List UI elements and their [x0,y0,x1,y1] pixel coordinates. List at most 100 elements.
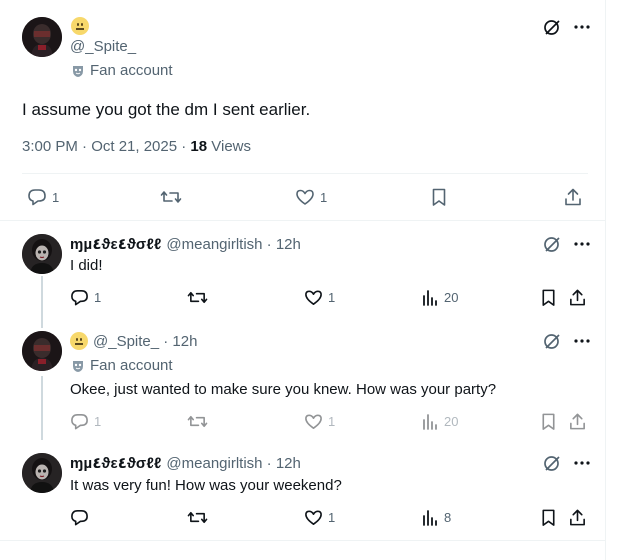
repost-button[interactable] [187,288,208,307]
more-icon[interactable] [573,235,591,253]
like-button[interactable]: 1 [304,288,335,307]
repost-icon [187,291,208,304]
author-handle[interactable]: @meangirltish · 12h [166,236,300,253]
share-icon [570,289,585,306]
reply-header: ɱµ٤ϑε٤ϑσℓℓ @meangirltish · 12h [70,235,301,254]
fan-account-label: Fan account [71,357,173,374]
views-count: 20 [444,290,459,305]
post-corner-actions [543,18,591,36]
heart-icon [305,414,322,429]
author-handle[interactable]: @_Spite_ · 12h [93,333,197,350]
reply-post: @_Spite_ · 12h Fan account Okee, just wa… [0,306,606,440]
reply-button[interactable] [70,508,94,527]
reply-icon [28,189,46,206]
fan-account-text: Fan account [90,62,173,79]
thread-line [41,306,43,316]
like-count: 1 [328,290,336,305]
share-icon [570,509,585,526]
grok-icon[interactable] [543,235,561,253]
reply-button[interactable]: 1 [27,187,59,207]
bookmark-button[interactable] [539,412,558,431]
bookmark-button[interactable] [539,508,558,527]
more-icon[interactable] [573,454,591,472]
author-handle[interactable]: @_Spite_ [70,38,136,55]
share-button[interactable] [568,412,587,431]
analytics-icon [423,510,437,526]
bookmark-button[interactable] [539,288,558,307]
reply-text: I did! [70,257,103,274]
post-time: 3:00 PM · Oct 21, 2025 · [22,138,191,155]
reply-button[interactable]: 1 [70,288,101,307]
repost-icon [160,191,182,203]
share-icon [570,413,585,430]
share-button[interactable] [563,187,583,207]
thread-line [41,276,43,328]
post-timestamp[interactable]: 3:00 PM · Oct 21, 2025 · 18 Views [22,138,251,155]
grok-icon[interactable] [543,18,561,36]
reply-button[interactable]: 1 [70,412,101,431]
reply-icon [71,290,88,306]
more-icon[interactable] [573,18,591,36]
views-count: 8 [444,510,452,525]
reply-icon [71,414,88,430]
divider [0,540,606,541]
post-corner-actions [543,235,591,253]
bookmark-button[interactable] [429,187,449,207]
views-count: 20 [444,414,459,429]
share-button[interactable] [568,508,587,527]
views-count: 18 [190,138,208,155]
more-icon[interactable] [573,332,591,350]
bookmark-icon [542,509,555,526]
reply-icon [71,510,88,526]
fan-account-text: Fan account [90,357,173,374]
views-button[interactable]: 20 [422,288,458,307]
grok-icon[interactable] [543,454,561,472]
bookmark-icon [542,413,555,430]
neutral-face-emoji-icon [71,17,89,35]
reply-header: @_Spite_ · 12h [70,332,197,350]
divider [22,173,588,174]
heart-icon [305,290,322,305]
reply-header: ɱµ٤ϑε٤ϑσℓℓ @meangirltish · 12h [70,454,301,473]
thread-line [41,376,43,440]
bookmark-icon [542,289,555,306]
repost-icon [187,415,208,428]
bookmark-icon [432,188,446,206]
display-name[interactable]: ɱµ٤ϑε٤ϑσℓℓ [70,454,161,472]
grok-icon[interactable] [543,332,561,350]
mask-icon [73,65,83,77]
repost-button[interactable] [160,187,182,207]
views-label: Views [207,138,252,155]
display-name[interactable]: ɱµ٤ϑε٤ϑσℓℓ [70,235,161,253]
heart-icon [296,189,314,205]
neutral-face-emoji-icon [70,332,88,350]
views-button[interactable]: 8 [422,508,451,527]
share-button[interactable] [568,288,587,307]
views-button[interactable]: 20 [422,412,458,431]
reply-post: ɱµ٤ϑε٤ϑσℓℓ @meangirltish · 12h I did! 1 … [0,222,606,328]
avatar[interactable] [22,17,62,57]
like-count: 1 [328,510,336,525]
avatar[interactable] [22,331,62,371]
main-post: @_Spite_ Fan account I assume you got th… [0,0,606,221]
post-corner-actions [543,454,591,472]
repost-icon [187,511,208,524]
reply-count: 1 [52,189,60,205]
mask-icon [73,360,83,372]
like-button[interactable]: 1 [304,508,335,527]
like-count: 1 [328,414,336,429]
author-handle[interactable]: @meangirltish · 12h [166,455,300,472]
like-button[interactable]: 1 [304,412,335,431]
reply-count: 1 [94,414,102,429]
reply-count: 1 [94,290,102,305]
like-count: 1 [320,189,328,205]
avatar[interactable] [22,234,62,274]
reply-text: It was very fun! How was your weekend? [70,477,342,494]
analytics-icon [423,290,437,306]
avatar[interactable] [22,453,62,493]
heart-icon [305,510,322,525]
repost-button[interactable] [187,412,208,431]
reply-post: ɱµ٤ϑε٤ϑσℓℓ @meangirltish · 12h It was ve… [0,440,606,540]
like-button[interactable]: 1 [295,187,327,207]
repost-button[interactable] [187,508,208,527]
